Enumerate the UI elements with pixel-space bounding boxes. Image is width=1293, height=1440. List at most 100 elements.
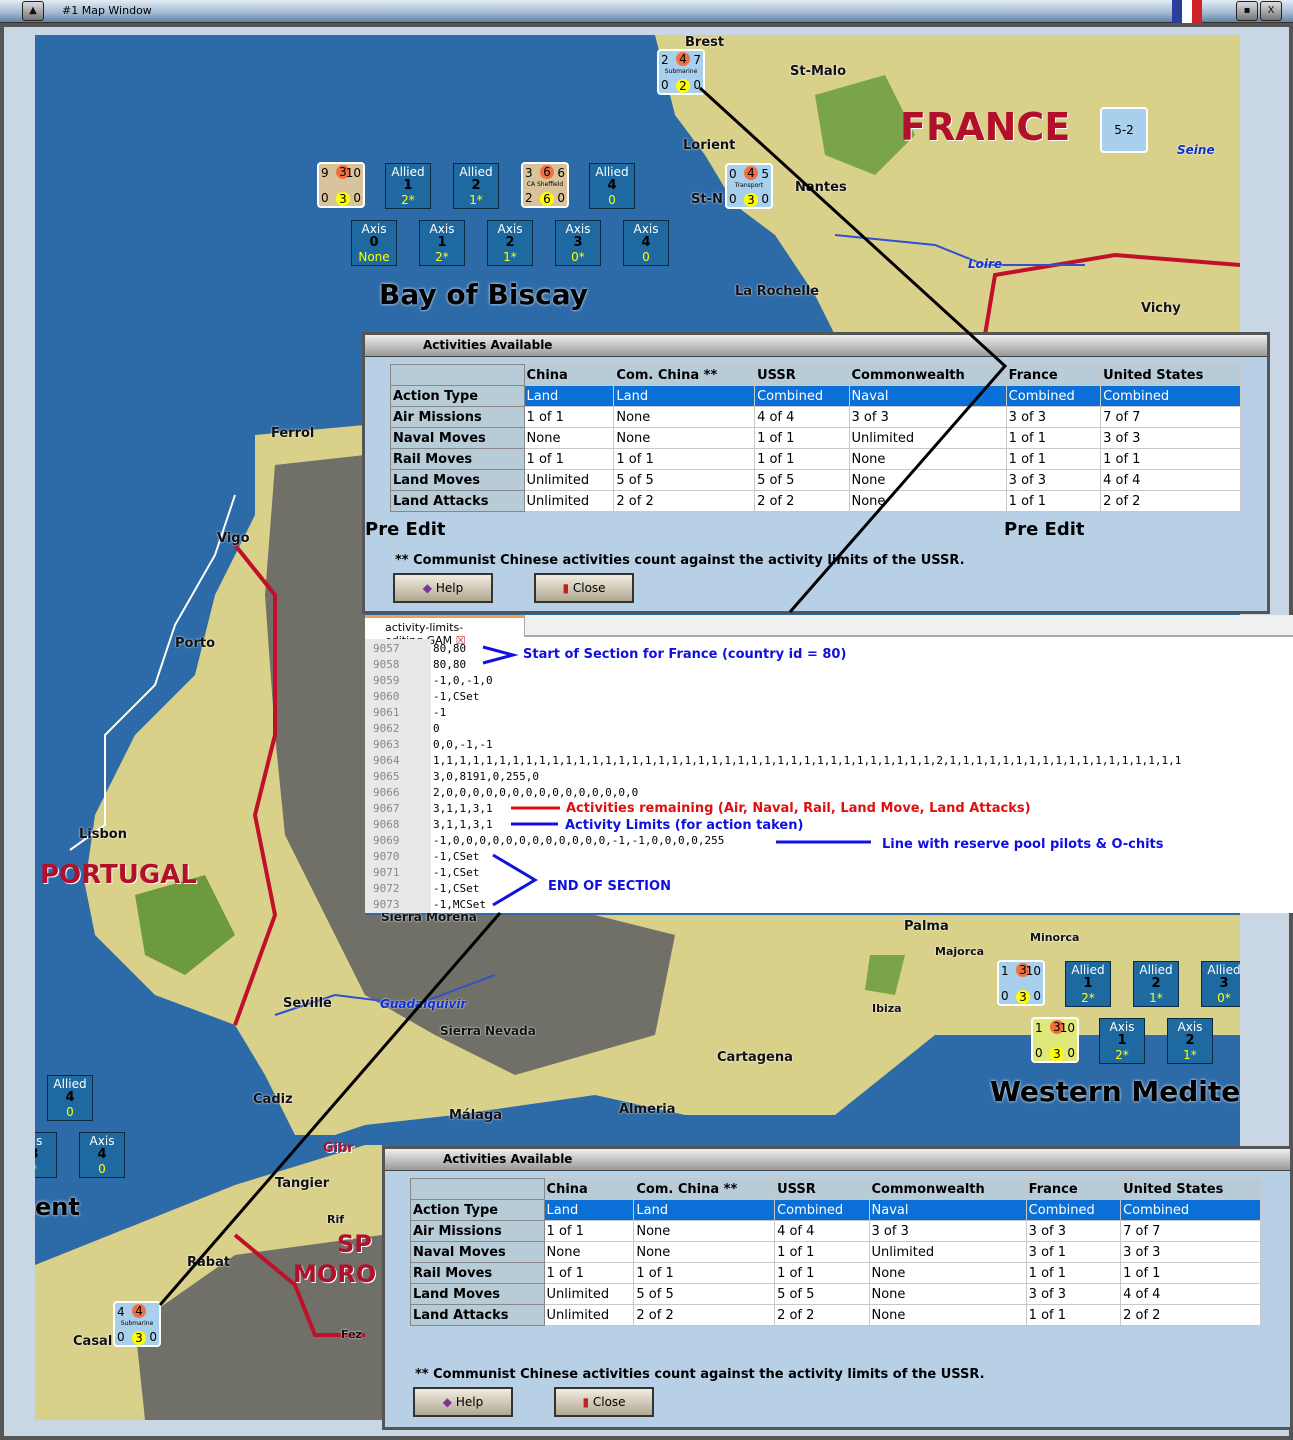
system-menu-button[interactable]: ▲ bbox=[22, 1, 44, 21]
close-button[interactable]: ▮ Close bbox=[554, 1387, 654, 1417]
city-cartagena: Cartagena bbox=[717, 1050, 793, 1065]
help-button[interactable]: ◆ Help bbox=[413, 1387, 513, 1417]
table-row[interactable]: Land Moves Unlimited 5 of 55 of 5 None 3 of … bbox=[410, 1283, 1261, 1305]
axis-naval-box[interactable]: Axis 0 None bbox=[351, 220, 397, 266]
help-button[interactable]: ◆ Help bbox=[393, 573, 493, 603]
box-side: Allied bbox=[53, 1077, 87, 1091]
axis-naval-box[interactable]: Axis 1 2* bbox=[419, 220, 465, 266]
table-row[interactable]: Air Missions 1 of 1 None 4 of 43 of 33 of 3… bbox=[390, 406, 1241, 428]
naval-unit-counter[interactable]: 9 3 10 0 3 0 bbox=[317, 162, 365, 208]
counter-value: 3 bbox=[744, 193, 758, 207]
allied-naval-box[interactable]: Allied 2 1* bbox=[453, 163, 499, 209]
map-label-portugal: PORTUGAL bbox=[40, 860, 197, 890]
box-side: Axis bbox=[1177, 1020, 1203, 1034]
box-side: Axis bbox=[361, 222, 387, 236]
transport-counter[interactable]: 0 4 5 Transport 0 3 0 bbox=[725, 163, 773, 209]
table-cell: None bbox=[868, 1304, 1027, 1326]
table-row[interactable]: Naval Moves None None 1 of 1 Unlimited 1 of 1… bbox=[390, 427, 1241, 449]
box-number: 1 bbox=[437, 235, 447, 250]
column-header[interactable]: Commonwealth bbox=[868, 1178, 1027, 1200]
counter-value: 3 bbox=[525, 166, 533, 180]
axis-naval-box[interactable]: Axis 2 1* bbox=[1167, 1018, 1213, 1064]
city-lorient: Lorient bbox=[683, 138, 736, 153]
column-header[interactable]: France bbox=[1005, 364, 1102, 386]
naval-unit-counter[interactable]: 1 3 10 0 3 0 bbox=[1031, 1017, 1079, 1063]
submarine-counter[interactable]: 4 4 Submarine 0 3 0 bbox=[113, 1301, 161, 1347]
box-number: 3 bbox=[1219, 976, 1229, 991]
close-label: Close bbox=[592, 1395, 626, 1409]
close-button[interactable]: ▮ Close bbox=[534, 573, 634, 603]
table-cell: Combined bbox=[1005, 385, 1102, 407]
allied-naval-box[interactable]: Allied 1 2* bbox=[385, 163, 431, 209]
activities-dialog-pre-edit: Activities Available China Com. China ** U… bbox=[362, 332, 1270, 614]
table-row[interactable]: Land Moves Unlimited 5 of 55 of 5 None 3 of … bbox=[390, 469, 1241, 491]
table-cell: None bbox=[868, 1262, 1027, 1284]
axis-naval-box[interactable]: Axis 3 0* bbox=[555, 220, 601, 266]
map-label-western-mediterranean: Western Mediter bbox=[990, 1075, 1240, 1108]
annotation-limits: Activity Limits (for action taken) bbox=[565, 818, 804, 833]
column-header[interactable]: USSR bbox=[774, 1178, 870, 1200]
allied-naval-box[interactable]: Allied 1 2* bbox=[1065, 961, 1111, 1007]
close-button[interactable]: X bbox=[1260, 1, 1282, 21]
naval-unit-counter[interactable]: 3 6 6 CA Sheffield 2 6 0 bbox=[521, 162, 569, 208]
axis-naval-box[interactable]: Axis 4 0 bbox=[79, 1132, 125, 1178]
column-header[interactable]: Com. China ** bbox=[633, 1178, 776, 1200]
bracket-start bbox=[482, 645, 519, 665]
city-gibraltar: Gibr bbox=[323, 1141, 354, 1156]
axis-naval-box[interactable]: Axis 1 2* bbox=[1099, 1018, 1145, 1064]
naval-unit-counter[interactable]: 1 3 10 0 3 0 bbox=[997, 960, 1045, 1006]
box-side: Axis bbox=[497, 222, 523, 236]
column-header[interactable]: Com. China ** bbox=[613, 364, 756, 386]
axis-naval-box[interactable]: xis3* bbox=[35, 1132, 57, 1178]
column-header[interactable]: United States bbox=[1120, 1178, 1261, 1200]
table-row[interactable]: Action Type Land Land Combined Naval Combined… bbox=[410, 1199, 1261, 1221]
table-cell: 1 of 1 bbox=[523, 406, 615, 428]
city-malaga: Málaga bbox=[449, 1108, 503, 1123]
box-number: 4 bbox=[607, 178, 617, 193]
column-header[interactable]: USSR bbox=[754, 364, 850, 386]
allied-naval-box[interactable]: Allied 3 0* bbox=[1201, 961, 1240, 1007]
row-label: Land Moves bbox=[390, 469, 525, 491]
column-header[interactable]: Commonwealth bbox=[848, 364, 1007, 386]
table-row[interactable]: Rail Moves 1 of 11 of 11 of 1 None 1 of 11 … bbox=[390, 448, 1241, 470]
table-row[interactable]: Naval Moves None None 1 of 1 Unlimited 3 of 1… bbox=[410, 1241, 1261, 1263]
city-rabat: Rabat bbox=[187, 1255, 231, 1270]
island-majorca: Majorca bbox=[935, 945, 985, 958]
counter-value: 0 bbox=[729, 167, 737, 181]
close-door-icon: ▮ bbox=[562, 581, 573, 595]
table-row[interactable]: Land Attacks Unlimited 2 of 22 of 2 None 1 o… bbox=[390, 490, 1241, 512]
dialog-titlebar: Activities Available bbox=[365, 335, 1267, 357]
column-header[interactable]: United States bbox=[1100, 364, 1241, 386]
column-header[interactable] bbox=[390, 364, 525, 386]
table-row[interactable]: Action Type Land Land Combined Naval Combined… bbox=[390, 385, 1241, 407]
allied-naval-box[interactable]: Allied 4 0 bbox=[47, 1075, 93, 1121]
allied-naval-box[interactable]: Allied 2 1* bbox=[1133, 961, 1179, 1007]
help-book-icon: ◆ bbox=[422, 581, 436, 595]
column-header[interactable] bbox=[410, 1178, 545, 1200]
axis-naval-box[interactable]: Axis 2 1* bbox=[487, 220, 533, 266]
column-header[interactable]: China bbox=[543, 1178, 635, 1200]
column-header[interactable]: China bbox=[523, 364, 615, 386]
table-row[interactable]: Air Missions 1 of 1 None 4 of 43 of 33 of 3… bbox=[410, 1220, 1261, 1242]
table-row[interactable]: Rail Moves 1 of 11 of 11 of 1 None 1 of 11 … bbox=[410, 1262, 1261, 1284]
box-number: 1 bbox=[1083, 976, 1093, 991]
table-cell: 7 of 7 bbox=[1100, 406, 1241, 428]
axis-naval-box[interactable]: Axis 4 0 bbox=[623, 220, 669, 266]
box-side: Axis bbox=[89, 1134, 115, 1148]
allied-naval-box[interactable]: Allied 4 0 bbox=[589, 163, 635, 209]
table-cell: Combined bbox=[754, 385, 850, 407]
column-header[interactable]: France bbox=[1025, 1178, 1122, 1200]
table-cell: 3 of 3 bbox=[1025, 1220, 1122, 1242]
box-number: 0 bbox=[369, 235, 379, 250]
box-side: Allied bbox=[1207, 963, 1240, 977]
submarine-counter[interactable]: 2 4 7 Submarine 0 2 0 bbox=[657, 49, 705, 95]
box-number: 2 bbox=[1151, 976, 1161, 991]
hq-counter[interactable]: 5-2 bbox=[1100, 107, 1148, 153]
row-label: Air Missions bbox=[410, 1220, 545, 1242]
minimize-button[interactable]: ▪ bbox=[1236, 1, 1258, 21]
text-editor[interactable]: activity-limits-editing.GAM ☒ 905780,809… bbox=[365, 615, 1293, 913]
table-cell: Naval bbox=[848, 385, 1007, 407]
table-row[interactable]: Land Attacks Unlimited 2 of 22 of 2 None 1 o… bbox=[410, 1304, 1261, 1326]
island-ibiza: Ibiza bbox=[872, 1002, 902, 1015]
table-cell: Unlimited bbox=[848, 427, 1007, 449]
